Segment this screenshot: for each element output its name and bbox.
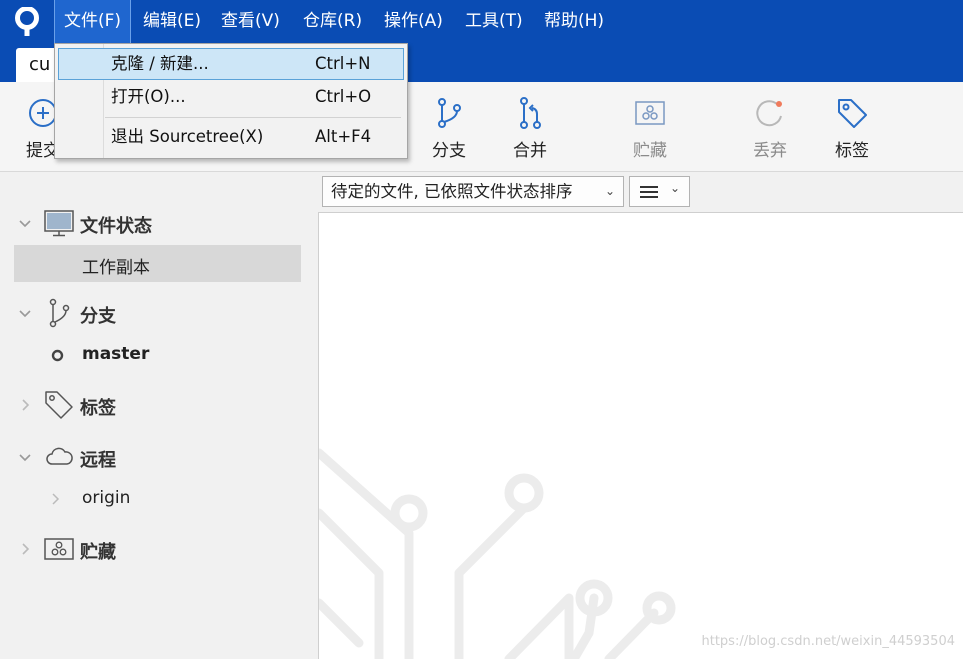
sidebar-item-origin[interactable]: origin: [82, 488, 130, 508]
cloud-icon: [46, 447, 73, 465]
stash-icon: [44, 538, 74, 560]
sidebar-section-tags[interactable]: 标签: [0, 388, 318, 424]
sidebar-section-branches[interactable]: 分支: [0, 296, 318, 332]
merge-icon: [520, 97, 541, 129]
menu-tools[interactable]: 工具(T): [456, 0, 532, 43]
file-menu-dropdown: 克隆 / 新建... Ctrl+N 打开(O)... Ctrl+O 退出 Sou…: [54, 43, 408, 159]
sidebar-section-stashes[interactable]: 贮藏: [0, 532, 318, 568]
menu-repository[interactable]: 仓库(R): [294, 0, 371, 43]
chevron-right-icon[interactable]: [18, 542, 32, 556]
chevron-down-icon: ⌄: [669, 181, 680, 195]
stash-label: 贮藏: [633, 141, 667, 161]
watermark-text: https://blog.csdn.net/weixin_44593504: [701, 634, 955, 649]
tag-label: 标签: [835, 141, 869, 161]
current-branch-icon: [51, 349, 64, 362]
menu-item-label: 打开(O)...: [111, 87, 186, 106]
chevron-down-icon[interactable]: [18, 306, 32, 320]
sidebar-title-tags: 标签: [80, 398, 116, 419]
chevron-right-icon[interactable]: [18, 398, 32, 412]
branch-button[interactable]: 分支: [418, 96, 480, 166]
view-mode-select[interactable]: ⌄: [629, 176, 690, 207]
chevron-down-icon[interactable]: [18, 216, 32, 230]
sidebar-item-master[interactable]: master: [82, 344, 149, 364]
menu-help[interactable]: 帮助(H): [535, 0, 613, 43]
filter-select-value: 待定的文件, 已依照文件状态排序: [331, 182, 573, 201]
tag-icon: [45, 391, 73, 419]
list-icon: [640, 186, 658, 198]
menu-item-exit[interactable]: 退出 Sourcetree(X) Alt+F4: [59, 122, 403, 152]
branch-icon: [49, 298, 70, 328]
discard-label: 丢弃: [753, 141, 787, 161]
menu-separator: [105, 117, 401, 118]
menu-actions[interactable]: 操作(A): [375, 0, 452, 43]
branch-label: 分支: [432, 141, 466, 161]
tag-button[interactable]: 标签: [821, 96, 883, 166]
chevron-down-icon[interactable]: [18, 450, 32, 464]
menu-item-label: 克隆 / 新建...: [111, 54, 209, 73]
file-list-area[interactable]: https://blog.csdn.net/weixin_44593504: [319, 213, 963, 659]
chevron-down-icon: ⌄: [604, 184, 615, 198]
pending-files-filter-select[interactable]: 待定的文件, 已依照文件状态排序 ⌄: [322, 176, 624, 207]
working-copy-label: 工作副本: [82, 258, 150, 278]
menu-bar: 文件(F) 编辑(E) 查看(V) 仓库(R) 操作(A) 工具(T) 帮助(H…: [0, 0, 963, 44]
merge-button[interactable]: 合并: [499, 96, 561, 166]
sidebar-title-remotes: 远程: [80, 450, 116, 471]
merge-label: 合并: [513, 141, 547, 161]
menu-item-shortcut: Ctrl+N: [315, 54, 371, 73]
menu-item-label: 退出 Sourcetree(X): [111, 127, 264, 146]
menu-item-clone-new[interactable]: 克隆 / 新建... Ctrl+N: [58, 48, 404, 80]
sourcetree-logo-icon[interactable]: [14, 7, 40, 37]
sidebar-title-file-status: 文件状态: [80, 216, 152, 237]
monitor-icon: [44, 210, 74, 237]
sidebar: 文件状态 工作副本 分支 master 标签 远程 origin 贮藏: [0, 172, 319, 659]
menu-view[interactable]: 查看(V): [212, 0, 289, 43]
sidebar-section-remotes[interactable]: 远程: [0, 440, 318, 476]
menu-item-open[interactable]: 打开(O)... Ctrl+O: [59, 82, 403, 112]
sidebar-section-file-status[interactable]: 文件状态: [0, 206, 318, 242]
file-filter-bar: 待定的文件, 已依照文件状态排序 ⌄ ⌄: [318, 172, 963, 213]
branch-icon: [438, 98, 461, 128]
tag-icon: [838, 99, 867, 128]
chevron-right-icon[interactable]: [50, 492, 62, 506]
menu-file[interactable]: 文件(F): [53, 0, 132, 44]
sidebar-title-stashes: 贮藏: [80, 542, 116, 563]
stash-icon: [635, 101, 665, 125]
menu-item-shortcut: Ctrl+O: [315, 87, 372, 106]
stash-button[interactable]: 贮藏: [619, 96, 681, 166]
menu-edit[interactable]: 编辑(E): [134, 0, 210, 43]
menu-item-shortcut: Alt+F4: [315, 127, 372, 146]
empty-state-circuit-illustration: [319, 448, 676, 659]
sidebar-title-branches: 分支: [80, 306, 116, 327]
discard-icon: [756, 100, 782, 127]
sidebar-item-working-copy[interactable]: 工作副本: [14, 245, 301, 282]
discard-button[interactable]: 丢弃: [739, 96, 801, 166]
